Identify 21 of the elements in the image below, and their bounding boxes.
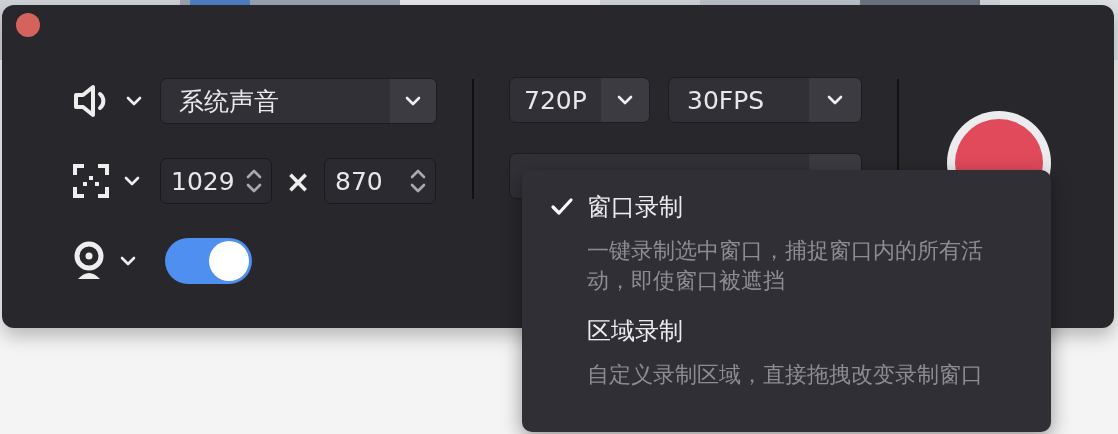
caret-icon <box>124 176 140 186</box>
times-sign: × <box>284 163 312 199</box>
close-button[interactable] <box>16 13 40 37</box>
frame-rate-select[interactable]: 30FPS <box>668 77 862 123</box>
webcam-icon[interactable] <box>72 241 106 281</box>
menu-item-description: 一键录制选中窗口，捕捉窗口内的所有活动，即使窗口被遮挡 <box>587 237 984 295</box>
camera-toggle[interactable] <box>165 238 252 284</box>
checkmark-icon <box>550 197 574 217</box>
menu-item-description: 自定义录制区域，直接拖拽改变录制窗口 <box>587 361 984 389</box>
region-icon[interactable] <box>72 163 110 199</box>
menu-item[interactable]: 区域录制 <box>587 316 1031 346</box>
chevron-down-icon <box>827 95 843 105</box>
width-field[interactable]: 1029 <box>160 158 272 204</box>
caret-icon <box>126 96 142 106</box>
resolution-select[interactable]: 720P <box>509 77 650 123</box>
chevron-down-icon <box>405 96 421 106</box>
height-field[interactable]: 870 <box>324 158 436 204</box>
caret-icon <box>120 256 136 266</box>
audio-select[interactable]: 系统声音 <box>160 78 437 124</box>
chevron-down-icon <box>617 95 633 105</box>
menu-item[interactable]: 窗口录制 <box>587 192 1031 222</box>
